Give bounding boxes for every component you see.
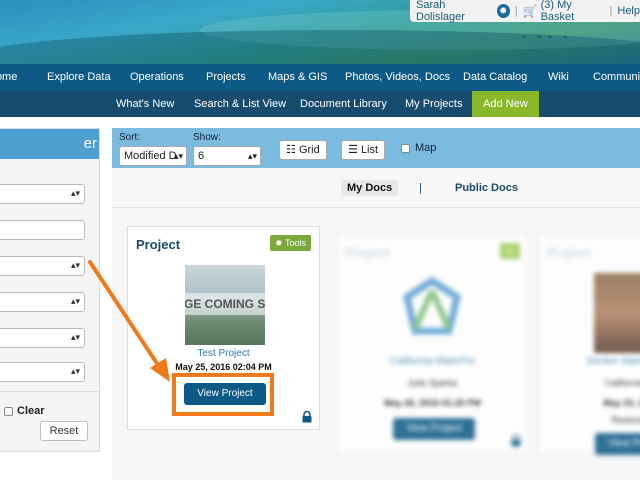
project-logo bbox=[403, 276, 461, 335]
filter-text-input[interactable] bbox=[0, 220, 85, 240]
nav-projects[interactable]: Projects bbox=[206, 64, 246, 91]
map-label: Map bbox=[415, 142, 437, 154]
docs-tabs: My Docs | Public Docs bbox=[112, 168, 640, 208]
nav-wiki[interactable]: Wiki bbox=[548, 64, 569, 91]
project-name-link[interactable]: California WaterFix bbox=[337, 356, 528, 367]
secondary-nav: What's New Search & List View Document L… bbox=[0, 91, 640, 117]
nav-community[interactable]: Community bbox=[593, 64, 640, 91]
map-checkbox[interactable] bbox=[401, 144, 410, 153]
results-area: My Docs | Public Docs Project ✹ Tools AG… bbox=[112, 168, 640, 480]
list-icon: ☰ bbox=[348, 144, 358, 156]
help-link[interactable]: Help bbox=[617, 5, 640, 17]
grid-label: Grid bbox=[298, 144, 320, 156]
filter-title-text: er bbox=[83, 135, 97, 152]
clear-checkbox-row[interactable]: Clear bbox=[4, 405, 45, 417]
project-name-link[interactable]: Test Project bbox=[128, 348, 319, 359]
show-label: Show: bbox=[193, 132, 221, 143]
filter-select-1[interactable]: ▴▾ bbox=[0, 184, 85, 204]
results-toolbar: Sort: Modified D ▴▾ Show: 6 ▴▾ ☷ Grid ☰ Li… bbox=[112, 128, 640, 168]
filter-panel-title: er bbox=[0, 129, 99, 159]
add-new-button[interactable]: Add New bbox=[472, 91, 539, 117]
lock-icon bbox=[511, 435, 521, 447]
card-title: Project bbox=[136, 237, 181, 252]
project-owner: Julie Sperka bbox=[407, 378, 458, 388]
filter-divider bbox=[0, 391, 100, 392]
sort-select[interactable]: Modified D ▴▾ bbox=[119, 146, 187, 166]
clear-label: Clear bbox=[17, 405, 45, 417]
tools-button[interactable]: ✹ Tools bbox=[270, 235, 311, 251]
grid-view-button[interactable]: ☷ Grid bbox=[279, 140, 327, 160]
subnav-document-library[interactable]: Document Library bbox=[300, 91, 387, 117]
project-thumbnail[interactable] bbox=[594, 273, 640, 353]
tab-public-docs[interactable]: Public Docs bbox=[449, 180, 524, 196]
filter-select-2[interactable]: ▴▾ bbox=[0, 256, 85, 276]
list-view-button[interactable]: ☰ List bbox=[341, 140, 386, 160]
nav-maps-gis[interactable]: Maps & GIS bbox=[268, 64, 327, 91]
view-project-button[interactable]: View Project bbox=[595, 433, 640, 455]
cart-icon[interactable]: 🛒 bbox=[523, 4, 538, 18]
project-card: Project ▪▪▪ California WaterFix Julie Sp… bbox=[336, 234, 529, 454]
show-select-value: 6 bbox=[198, 150, 205, 162]
nav-data-catalog[interactable]: Data Catalog bbox=[463, 64, 527, 91]
gear-icon: ✹ bbox=[275, 238, 283, 248]
subnav-search-list-view[interactable]: Search & List View bbox=[194, 91, 286, 117]
project-date: May 26, 2016 01:20 PM bbox=[384, 398, 481, 408]
sort-select-value: Modified D bbox=[124, 150, 177, 162]
nav-home[interactable]: Home bbox=[0, 64, 17, 91]
view-project-button[interactable]: View Project bbox=[393, 418, 475, 440]
project-thumbnail[interactable]: AGE COMING SO bbox=[185, 265, 265, 345]
tools-button[interactable]: ▪▪▪ bbox=[500, 243, 520, 259]
project-date: May 23, 2016 0 bbox=[603, 398, 640, 408]
app-root: ⌄ ⌄⌄ ⌄ Sarah Dolislager ✹ | 🛒 (3) My Bas… bbox=[0, 0, 640, 480]
project-date: May 25, 2016 02:04 PM bbox=[175, 362, 272, 372]
user-bar: Sarah Dolislager ✹ | 🛒 (3) My Basket | H… bbox=[410, 0, 640, 23]
project-name-link[interactable]: Decker Island Habitat bbox=[539, 356, 640, 367]
list-label: List bbox=[360, 144, 379, 156]
lock-icon bbox=[302, 411, 312, 423]
filter-select-4[interactable]: ▴▾ bbox=[0, 328, 85, 348]
sort-label: Sort: bbox=[119, 132, 141, 143]
subnav-whats-new[interactable]: What's New bbox=[116, 91, 174, 117]
nav-photos-videos-docs[interactable]: Photos, Videos, Docs bbox=[345, 64, 450, 91]
reset-button[interactable]: Reset bbox=[40, 421, 88, 441]
primary-nav: Home Explore Data Operations Projects Ma… bbox=[0, 64, 640, 91]
subnav-my-projects[interactable]: My Projects bbox=[405, 91, 462, 117]
grid-icon: ☷ bbox=[286, 144, 296, 156]
filter-panel: er ▴▾ ▴▾ ▴▾ ▴▾ ▴▾ Clear Reset bbox=[0, 128, 100, 452]
show-select[interactable]: 6 ▴▾ bbox=[193, 146, 261, 166]
filter-select-3[interactable]: ▴▾ bbox=[0, 292, 85, 312]
thumbnail-overlay-text: AGE COMING SO bbox=[185, 293, 265, 315]
user-name-link[interactable]: Sarah Dolislager bbox=[416, 0, 493, 23]
annotation-highlight-box bbox=[172, 373, 274, 416]
clear-checkbox[interactable] bbox=[4, 406, 13, 416]
filter-select-5[interactable]: ▴▾ bbox=[0, 362, 85, 382]
nav-explore-data[interactable]: Explore Data bbox=[47, 64, 111, 91]
tab-my-docs[interactable]: My Docs bbox=[341, 180, 399, 196]
birds-graphic: ⌄ ⌄⌄ ⌄ bbox=[520, 30, 572, 41]
tools-label: Tools bbox=[284, 238, 306, 248]
project-owner: California Dept bbox=[604, 378, 640, 388]
gear-icon[interactable]: ✹ bbox=[496, 4, 510, 18]
basket-link[interactable]: (3) My Basket bbox=[541, 0, 605, 23]
project-extra: Restoration bbox=[611, 415, 640, 425]
project-card: Project Decker Island Habitat California… bbox=[538, 234, 640, 455]
tab-separator: | bbox=[419, 182, 422, 194]
card-title: Project bbox=[345, 245, 390, 260]
nav-operations[interactable]: Operations bbox=[130, 64, 184, 91]
card-title: Project bbox=[547, 245, 592, 260]
